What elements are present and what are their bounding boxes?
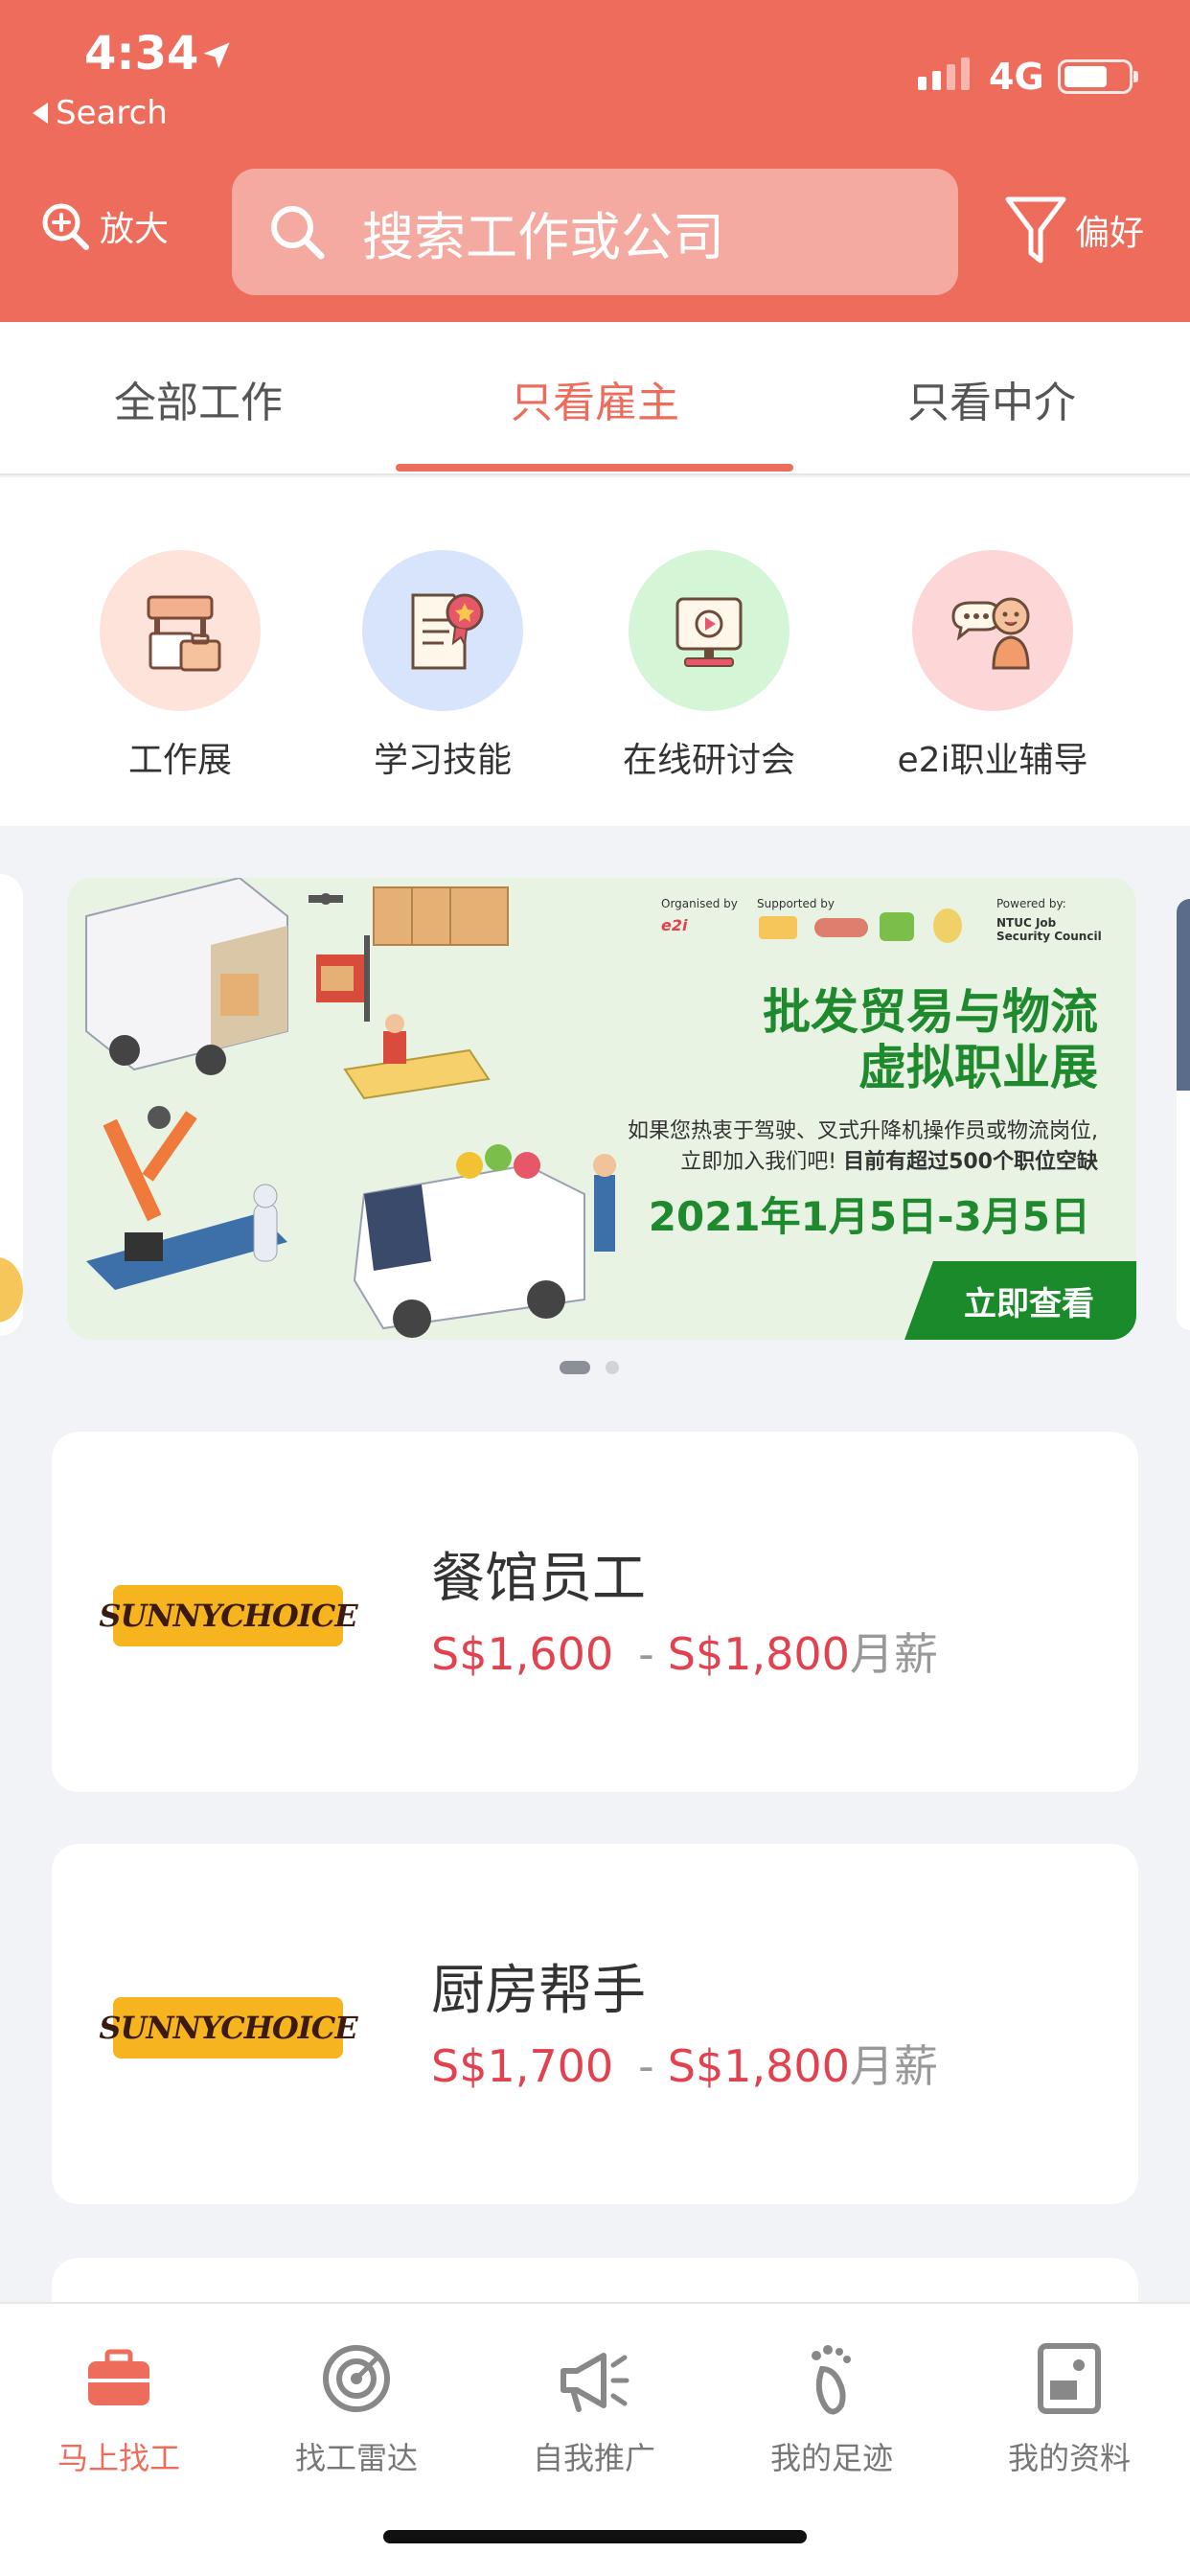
category-label: 在线研讨会 [622,741,795,780]
career-coaching-icon [912,550,1073,711]
company-logo-text: SUNNYCHOICE [99,2010,357,2046]
banner-description-line2: 立即加入我们吧! 目前有超过500个职位空缺 [680,1144,1098,1175]
location-arrow-icon [203,42,230,69]
company-logo-text: SUNNYCHOICE [99,1598,357,1634]
nav-label: 自我推广 [532,2440,655,2476]
job-title: 餐馆员工 [431,1548,646,1610]
preference-button[interactable]: 偏好 [1002,192,1144,268]
category-webinar[interactable]: 在线研讨会 [584,550,834,782]
zoom-in-icon [42,203,89,250]
banner-description-line1: 如果您热衷于驾驶、叉式升降机操作员或物流岗位, [628,1119,1098,1143]
nav-self-promotion[interactable]: 自我推广 [475,2340,713,2478]
zoom-label: 放大 [100,210,170,249]
ntuc-label: NTUC Job Security Council [996,916,1102,943]
pagination-dot[interactable] [606,1361,619,1374]
back-triangle-icon [33,103,48,124]
battery-icon [1058,59,1138,94]
category-label: e2i职业辅导 [897,741,1088,780]
organised-by-label: Organised by [661,897,738,910]
salary-min: S$1,700 [431,2040,614,2092]
salary-unit: 月薪 [849,1628,938,1680]
company-logo: SUNNYCHOICE [99,1997,358,2058]
e2i-logo: e2i [661,916,688,934]
status-time: 4:34 [84,27,199,80]
category-shortcuts: 工作展 学习技能 在线研讨会 e2i职业辅导 [0,477,1190,826]
tab-employers-only[interactable]: 只看雇主 [397,322,793,475]
filter-tabs: 全部工作 只看雇主 只看中介 [0,322,1190,475]
active-tab-indicator [396,464,793,472]
nav-label: 我的足迹 [769,2440,893,2476]
learn-skill-icon [362,550,523,711]
job-card[interactable]: SUNNYCHOICE 餐馆员工 S$1,600 - S$1,800 月薪 [52,1432,1138,1792]
nie-logo [759,916,797,939]
briefcase-icon [80,2340,157,2417]
salary-max: S$1,800 [667,1628,850,1680]
category-label: 学习技能 [373,741,512,780]
salary-unit: 月薪 [849,2040,938,2092]
tab-agencies-only[interactable]: 只看中介 [793,322,1190,475]
profile-card-icon [1031,2340,1108,2417]
partner-logo-2 [933,908,962,943]
preference-label: 偏好 [1075,214,1145,253]
cdc-logo [814,918,868,937]
footprint-icon [793,2340,870,2417]
salary-range: S$1,700 - S$1,800 月薪 [431,2032,938,2095]
supported-by-label: Supported by [757,897,835,910]
back-to-search[interactable]: Search [33,94,168,132]
filter-icon [1005,196,1066,264]
logistics-illustration [85,878,616,1338]
target-icon [318,2340,395,2417]
megaphone-icon [556,2340,632,2417]
salary-min: S$1,600 [431,1628,614,1680]
nav-label: 马上找工 [57,2440,180,2476]
category-learn-skill[interactable]: 学习技能 [318,550,567,782]
promo-carousel: Organised by e2i Supported by Powered by… [0,826,1190,1392]
pagination-dot-active[interactable] [560,1361,590,1374]
nav-label: 我的资料 [1007,2440,1131,2476]
promo-banner[interactable]: Organised by e2i Supported by Powered by… [67,878,1136,1340]
category-job-fair[interactable]: 工作展 [56,550,305,782]
zoom-button[interactable]: 放大 [40,201,169,251]
home-indicator [383,2530,807,2543]
nav-label: 找工雷达 [294,2440,418,2476]
salary-max: S$1,800 [667,2040,850,2092]
salary-separator: - [638,1628,654,1680]
job-title: 厨房帮手 [431,1960,646,2022]
banner-date: 2021年1月5日-3月5日 [648,1193,1090,1240]
banner-title-line2: 虚拟职业展 [858,1040,1098,1095]
salary-separator: - [638,2040,654,2092]
next-banner-peek[interactable] [1177,899,1190,1330]
previous-banner-peek[interactable] [0,874,23,1336]
network-type: 4G [989,56,1044,98]
partner-logo [880,912,914,941]
app-header: 4:34 Search 4G 放大 搜索工作或公司 偏好 [0,0,1190,322]
category-label: 工作展 [127,741,232,780]
banner-desc-vacancies: 目前有超过500个职位空缺 [843,1150,1098,1174]
nav-job-radar[interactable]: 找工雷达 [238,2340,475,2478]
nav-find-job[interactable]: 马上找工 [0,2340,238,2478]
search-bar[interactable]: 搜索工作或公司 [232,169,958,295]
search-placeholder: 搜索工作或公司 [362,206,724,267]
company-logo: SUNNYCHOICE [99,1585,358,1646]
back-label: Search [56,94,168,132]
view-now-button[interactable]: 立即查看 [904,1261,1136,1340]
signal-icon [918,58,970,90]
webinar-icon [629,550,790,711]
salary-range: S$1,600 - S$1,800 月薪 [431,1620,938,1683]
nav-my-profile[interactable]: 我的资料 [950,2340,1188,2478]
banner-desc-join: 立即加入我们吧! [680,1150,837,1174]
powered-by-label: Powered by: [996,897,1066,910]
search-icon [271,206,325,260]
job-card[interactable]: SUNNYCHOICE 厨房帮手 S$1,700 - S$1,800 月薪 [52,1844,1138,2204]
job-fair-icon [100,550,261,711]
category-career-coaching[interactable]: e2i职业辅导 [868,550,1117,782]
nav-my-footprint[interactable]: 我的足迹 [713,2340,950,2478]
tab-all-jobs[interactable]: 全部工作 [0,322,397,475]
carousel-pagination [560,1361,619,1374]
